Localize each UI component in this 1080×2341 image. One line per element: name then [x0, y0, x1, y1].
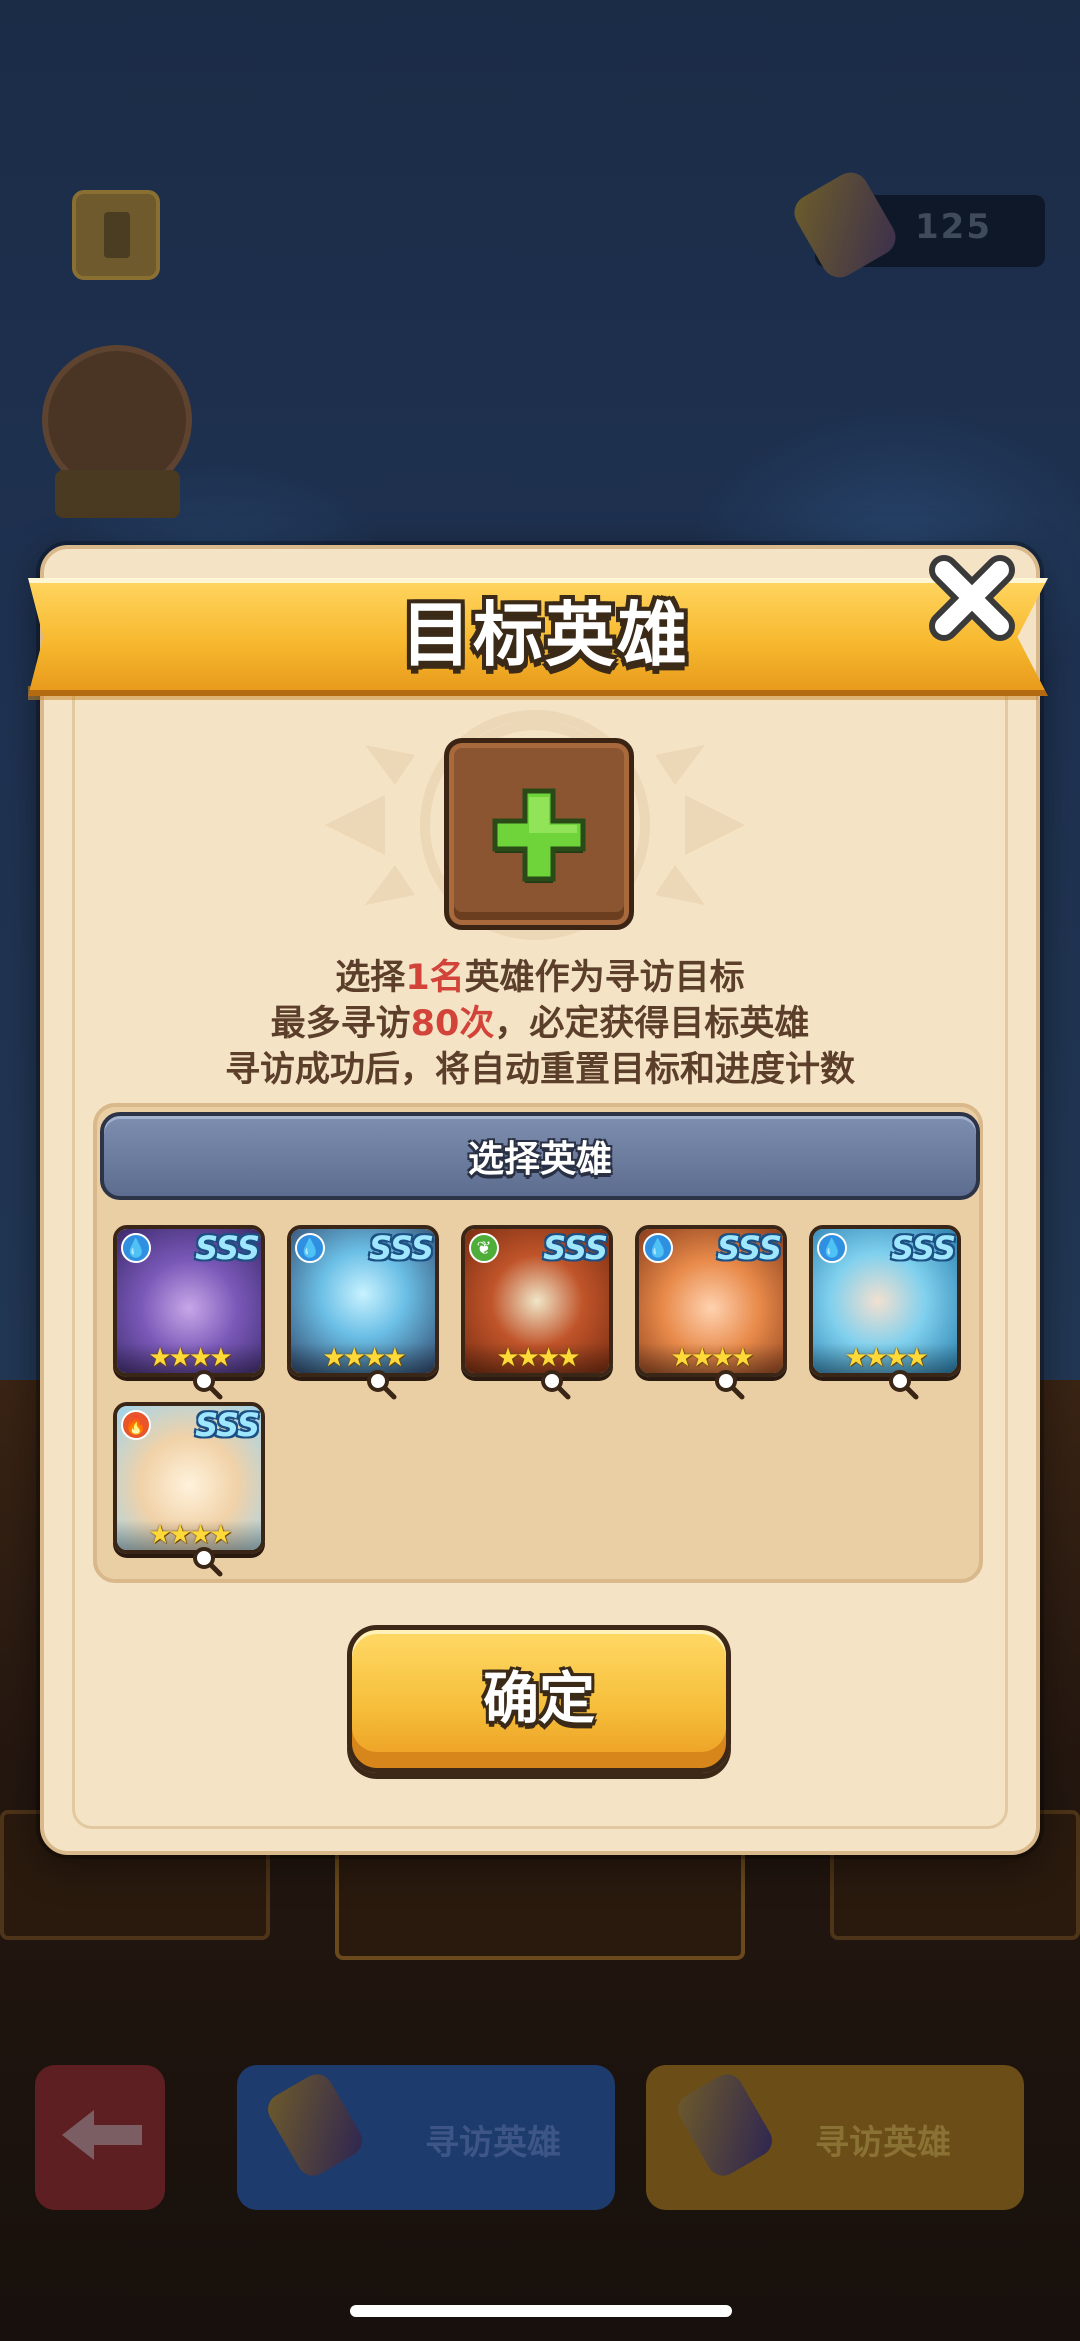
magnifier-icon[interactable]: [365, 1368, 397, 1400]
magnifier-icon[interactable]: [539, 1368, 571, 1400]
confirm-button[interactable]: 确定: [347, 1625, 731, 1773]
plus-icon: [492, 788, 586, 883]
hero-card-3[interactable]: ❦ SSS ★★★★: [461, 1225, 613, 1377]
hero-stars: ★★★★: [117, 1343, 261, 1373]
summon-label: 寻访英雄: [425, 2123, 561, 2163]
close-icon: [929, 555, 1015, 641]
water-element-icon: 💧: [121, 1233, 151, 1263]
info-line-1: 选择1名英雄作为寻访目标: [335, 958, 745, 998]
hero-stars: ★★★★: [291, 1343, 435, 1373]
menu-tile-icon: [72, 190, 160, 280]
water-element-icon: 💧: [817, 1233, 847, 1263]
hero-rank: SSS: [195, 1406, 260, 1444]
info-line-2: 最多寻访80次，必定获得目标英雄: [270, 1004, 810, 1044]
hero-rank: SSS: [195, 1229, 260, 1267]
hero-stars: ★★★★: [117, 1520, 261, 1550]
hero-rank: SSS: [891, 1229, 956, 1267]
magnifier-icon[interactable]: [191, 1368, 223, 1400]
water-element-icon: 💧: [643, 1233, 673, 1263]
hero-rank: SSS: [543, 1229, 608, 1267]
home-indicator[interactable]: [350, 2305, 732, 2317]
hero-stars: ★★★★: [465, 1343, 609, 1373]
hero-card-2[interactable]: 💧 SSS ★★★★: [287, 1225, 439, 1377]
hero-card-6[interactable]: 🔥 SSS ★★★★: [113, 1402, 265, 1554]
close-button[interactable]: [922, 548, 1022, 648]
dialog-title: 目标英雄: [401, 594, 689, 676]
hero-rank: SSS: [369, 1229, 434, 1267]
add-target-hero-slot[interactable]: [444, 738, 634, 930]
hero-card-1[interactable]: 💧 SSS ★★★★: [113, 1225, 265, 1377]
water-element-icon: 💧: [295, 1233, 325, 1263]
select-hero-header: 选择英雄: [100, 1112, 980, 1200]
magnifier-icon[interactable]: [191, 1545, 223, 1577]
hero-stars: ★★★★: [639, 1343, 783, 1373]
hero-stars: ★★★★: [813, 1343, 957, 1373]
fire-element-icon: 🔥: [121, 1410, 151, 1440]
summon-multi-label: 寻访英雄: [815, 2123, 951, 2163]
magnifier-icon[interactable]: [713, 1368, 745, 1400]
nature-element-icon: ❦: [469, 1233, 499, 1263]
magnifier-icon[interactable]: [887, 1368, 919, 1400]
currency-value: 125: [915, 207, 992, 247]
medal-tag: [55, 470, 180, 518]
hero-card-5[interactable]: 💧 SSS ★★★★: [809, 1225, 961, 1377]
confirm-button-label: 确定: [483, 1666, 595, 1732]
info-line-3: 寻访成功后，将自动重置目标和进度计数: [224, 1050, 855, 1090]
hero-card-4[interactable]: 💧 SSS ★★★★: [635, 1225, 787, 1377]
hero-rank: SSS: [717, 1229, 782, 1267]
